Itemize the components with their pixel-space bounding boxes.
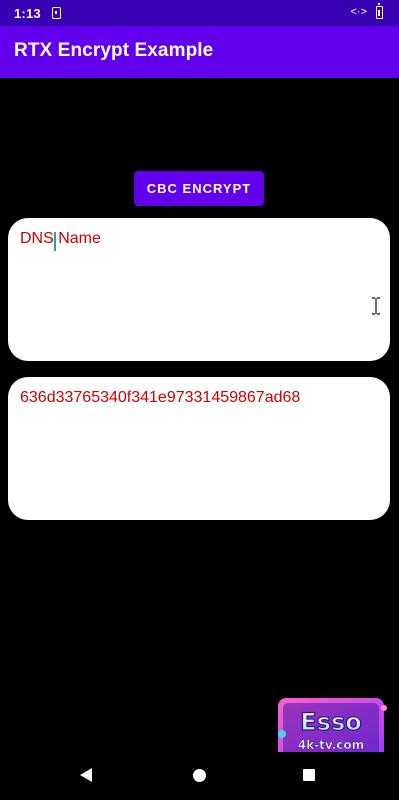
navigation-bar [0, 752, 399, 800]
app-title: RTX Encrypt Example [14, 40, 214, 61]
cbc-encrypt-button[interactable]: CBC ENCRYPT [134, 171, 264, 206]
status-time: 1:13 [14, 6, 41, 21]
ibeam-cursor-icon [372, 297, 380, 315]
text-cursor [54, 232, 56, 251]
logo-domain-text: 4k-tv.com [298, 738, 364, 752]
input-field[interactable]: DNS Name [8, 218, 390, 361]
sim-card-icon [52, 7, 61, 19]
output-field-value: 636d33765340f341e97331459867ad68 [20, 389, 301, 406]
app-bar: RTX Encrypt Example [0, 26, 399, 78]
home-icon[interactable] [193, 769, 206, 782]
screen: 1:13 <·> RTX Encrypt Example CBC ENCRYPT… [0, 0, 399, 800]
input-field-value: DNS Name [20, 230, 101, 247]
output-field[interactable]: 636d33765340f341e97331459867ad68 [8, 377, 390, 520]
recent-apps-icon[interactable] [303, 769, 315, 781]
back-icon[interactable] [80, 768, 92, 782]
logo-brand-text: Esso [300, 708, 361, 736]
status-bar: 1:13 <·> [0, 0, 399, 26]
battery-icon [376, 3, 383, 19]
data-activity-icon: <·> [350, 6, 367, 18]
